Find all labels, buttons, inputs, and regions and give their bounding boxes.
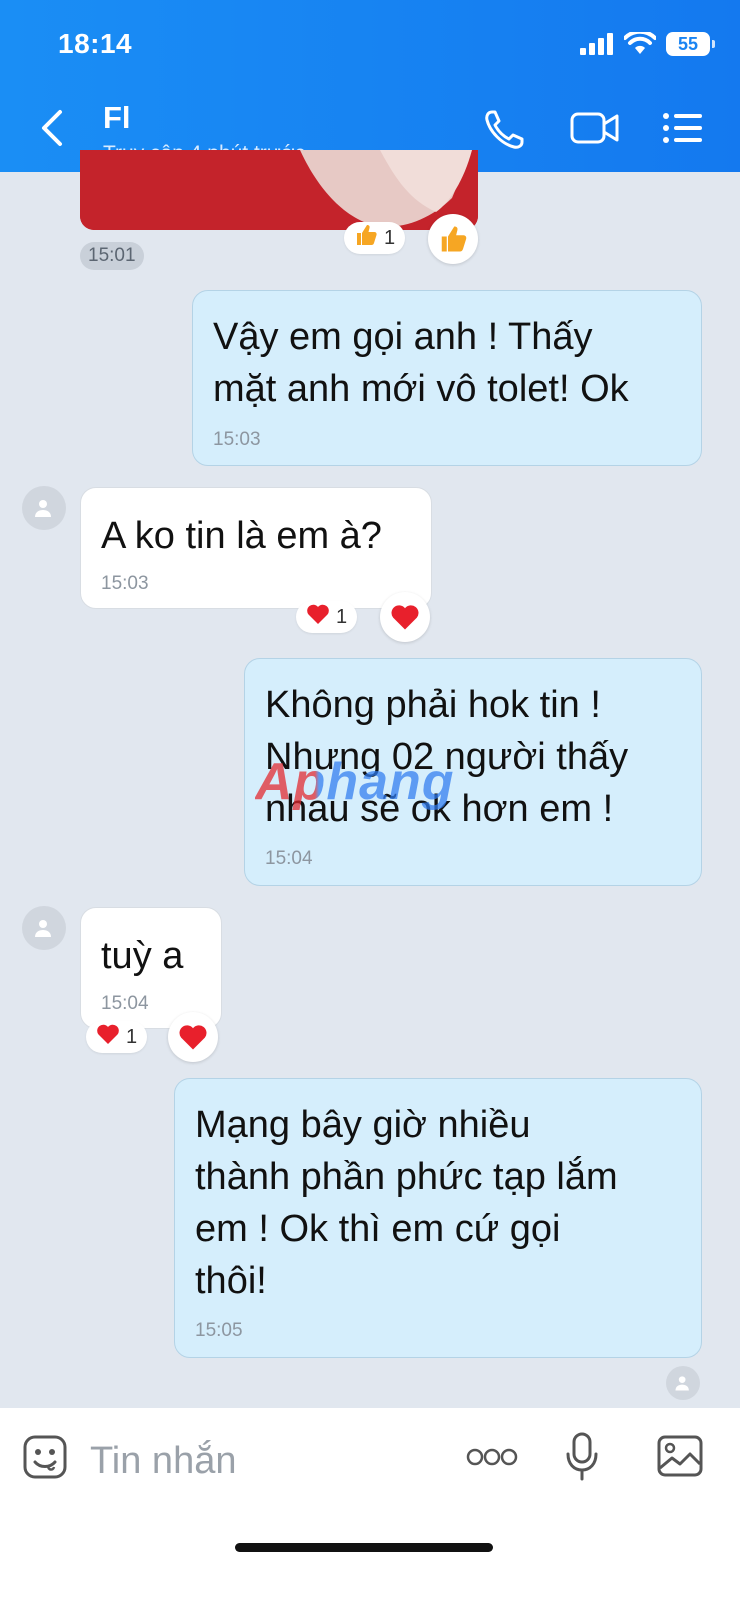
contact-avatar[interactable] bbox=[22, 486, 66, 530]
user-icon bbox=[35, 500, 51, 517]
outgoing-message[interactable]: Vậy em gọi anh ! Thấy mặt anh mới vô tol… bbox=[192, 290, 702, 466]
photo-message[interactable] bbox=[80, 150, 478, 230]
message-text-line: mặt anh mới vô tolet! Ok bbox=[213, 368, 629, 410]
watermark-logo: Aphang bbox=[255, 753, 455, 811]
reaction-summary[interactable]: 1 bbox=[86, 1021, 148, 1053]
message-text-line: A ko tin là em à? bbox=[101, 515, 382, 557]
back-icon[interactable] bbox=[38, 108, 66, 148]
reaction-count: 1 bbox=[384, 226, 396, 249]
outgoing-message[interactable]: Mạng bây giờ nhiều thành phần phức tạp l… bbox=[174, 1078, 702, 1358]
thumbs-up-icon bbox=[354, 223, 378, 253]
dots-icon bbox=[466, 1448, 518, 1466]
heart-icon bbox=[391, 605, 419, 630]
message-time: 15:04 bbox=[265, 848, 313, 869]
message-time: 15:05 bbox=[195, 1320, 243, 1341]
thumbs-up-icon bbox=[441, 226, 467, 252]
wifi-icon bbox=[624, 32, 656, 54]
user-icon bbox=[675, 1376, 689, 1391]
message-time: 15:04 bbox=[101, 993, 149, 1014]
reaction-button[interactable] bbox=[380, 592, 430, 642]
incoming-message[interactable]: A ko tin là em à? 15:03 bbox=[80, 487, 432, 609]
signal-icon bbox=[580, 33, 613, 55]
contact-name[interactable]: Fl bbox=[103, 100, 131, 136]
message-input-bar: Tin nhắn bbox=[0, 1408, 740, 1600]
message-input[interactable]: Tin nhắn bbox=[90, 1440, 236, 1483]
message-text-line: tuỳ a bbox=[101, 935, 184, 977]
chat-header: 18:14 55 Fl Truy cập 4 phút trước bbox=[0, 0, 740, 172]
message-time: 15:03 bbox=[101, 573, 149, 594]
message-time: 15:03 bbox=[213, 429, 261, 450]
message-text-line: em ! Ok thì em cứ gọi bbox=[195, 1208, 561, 1250]
status-icons: 55 bbox=[580, 32, 715, 56]
message-text-line: thôi! bbox=[195, 1260, 267, 1302]
more-options-icon[interactable] bbox=[466, 1446, 518, 1473]
message-time: 15:01 bbox=[80, 242, 144, 270]
microphone-icon[interactable] bbox=[565, 1432, 599, 1482]
sticker-icon[interactable] bbox=[22, 1434, 68, 1480]
heart-icon bbox=[179, 1025, 207, 1050]
battery-indicator: 55 bbox=[666, 32, 715, 56]
heart-icon bbox=[96, 1023, 120, 1051]
reaction-count: 1 bbox=[336, 605, 348, 628]
image-gallery-icon[interactable] bbox=[656, 1434, 704, 1478]
message-text-line: Mạng bây giờ nhiều bbox=[195, 1104, 531, 1146]
seen-avatar bbox=[666, 1366, 700, 1400]
home-indicator bbox=[235, 1543, 493, 1552]
heart-icon bbox=[306, 603, 330, 631]
video-call-icon[interactable] bbox=[570, 108, 620, 148]
menu-list-icon[interactable] bbox=[662, 108, 704, 148]
reaction-button[interactable] bbox=[168, 1012, 218, 1062]
message-text-line: Vậy em gọi anh ! Thấy bbox=[213, 316, 593, 358]
reaction-summary[interactable]: 1 bbox=[296, 601, 358, 633]
reaction-count: 1 bbox=[126, 1025, 138, 1048]
reaction-summary[interactable]: 1 bbox=[344, 222, 406, 254]
user-icon bbox=[35, 920, 51, 937]
incoming-message[interactable]: tuỳ a 15:04 bbox=[80, 907, 222, 1029]
reaction-button[interactable] bbox=[428, 214, 478, 264]
message-text-line: thành phần phức tạp lắm bbox=[195, 1156, 618, 1198]
contact-avatar[interactable] bbox=[22, 906, 66, 950]
phone-icon[interactable] bbox=[482, 108, 526, 152]
message-text-line: Không phải hok tin ! bbox=[265, 684, 601, 726]
status-time: 18:14 bbox=[58, 28, 133, 59]
